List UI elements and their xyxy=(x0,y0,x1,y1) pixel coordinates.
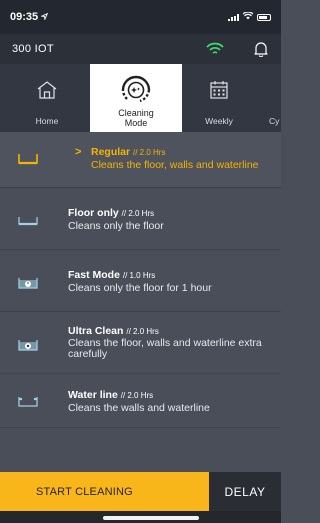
ultra-clean-icon xyxy=(17,338,39,357)
tab-cleaning-mode[interactable]: Cleaning Mode xyxy=(90,64,182,134)
location-arrow-icon xyxy=(40,11,49,23)
wifi-icon xyxy=(242,11,254,23)
mode-duration: // 2.0 Hrs xyxy=(120,391,154,400)
mode-duration: // 2.0 Hrs xyxy=(121,209,155,218)
device-name: 300 IOT xyxy=(12,43,54,55)
water-line-icon xyxy=(17,395,39,414)
wifi-icon[interactable] xyxy=(205,42,225,59)
tab-bar: Home Cleaning Mode Weekly Cy xyxy=(0,64,281,134)
mode-row-floor-only[interactable]: Floor only // 2.0 Hrs Cleans only the fl… xyxy=(0,188,281,250)
mode-title: Water line xyxy=(68,389,118,401)
start-cleaning-button[interactable]: START CLEANING xyxy=(0,472,209,511)
mode-duration: // 1.0 Hrs xyxy=(122,271,156,280)
mode-title: Fast Mode xyxy=(68,269,120,281)
regular-mode-icon xyxy=(17,152,39,171)
bell-icon[interactable] xyxy=(254,41,268,60)
mode-duration: // 2.0 Hrs xyxy=(133,148,166,157)
mode-description: Cleans only the floor for 1 hour xyxy=(68,282,212,294)
mode-description: Cleans the floor, walls and waterline ex… xyxy=(68,337,262,360)
mode-row-ultra-clean[interactable]: Ultra Clean // 2.0 Hrs Cleans the floor,… xyxy=(0,312,281,374)
app-header: 300 IOT xyxy=(0,34,281,64)
tab-cycles[interactable]: Cy xyxy=(254,64,281,132)
mode-title: Floor only xyxy=(68,207,119,219)
tab-label: Cy xyxy=(269,116,280,126)
cleaning-mode-icon xyxy=(119,72,153,104)
cellular-signal-icon xyxy=(228,13,239,21)
mode-title: Ultra Clean xyxy=(68,325,124,337)
tab-home[interactable]: Home xyxy=(12,64,82,132)
status-time: 09:35 xyxy=(10,11,39,23)
tab-label: Cleaning Mode xyxy=(118,108,154,128)
tab-weekly[interactable]: Weekly xyxy=(184,64,254,132)
delay-button[interactable]: DELAY xyxy=(209,472,281,511)
battery-icon xyxy=(257,13,271,21)
chevron-right-icon: > xyxy=(75,146,82,158)
mode-row-regular[interactable]: > Regular // 2.0 Hrs Cleans the floor, w… xyxy=(0,132,281,188)
mode-title: Regular xyxy=(91,146,131,158)
fast-mode-icon xyxy=(17,276,39,295)
mode-duration: // 2.0 Hrs xyxy=(126,327,159,336)
home-icon xyxy=(36,78,58,102)
calendar-icon xyxy=(208,78,230,102)
mode-description: Cleans the walls and waterline xyxy=(68,402,210,414)
list-spacer xyxy=(0,428,281,472)
footer-bar: START CLEANING DELAY xyxy=(0,472,281,511)
home-indicator-area xyxy=(0,511,281,523)
tab-label: Weekly xyxy=(205,116,233,126)
floor-only-icon xyxy=(17,214,39,232)
mode-description: Cleans the floor, walls and waterline xyxy=(91,159,259,171)
mode-row-fast-mode[interactable]: Fast Mode // 1.0 Hrs Cleans only the flo… xyxy=(0,250,281,312)
mode-description: Cleans only the floor xyxy=(68,220,164,232)
status-bar: 09:35 xyxy=(0,0,281,34)
tab-label: Home xyxy=(35,116,59,126)
mode-row-water-line[interactable]: Water line // 2.0 Hrs Cleans the walls a… xyxy=(0,374,281,428)
home-indicator[interactable] xyxy=(103,516,199,520)
